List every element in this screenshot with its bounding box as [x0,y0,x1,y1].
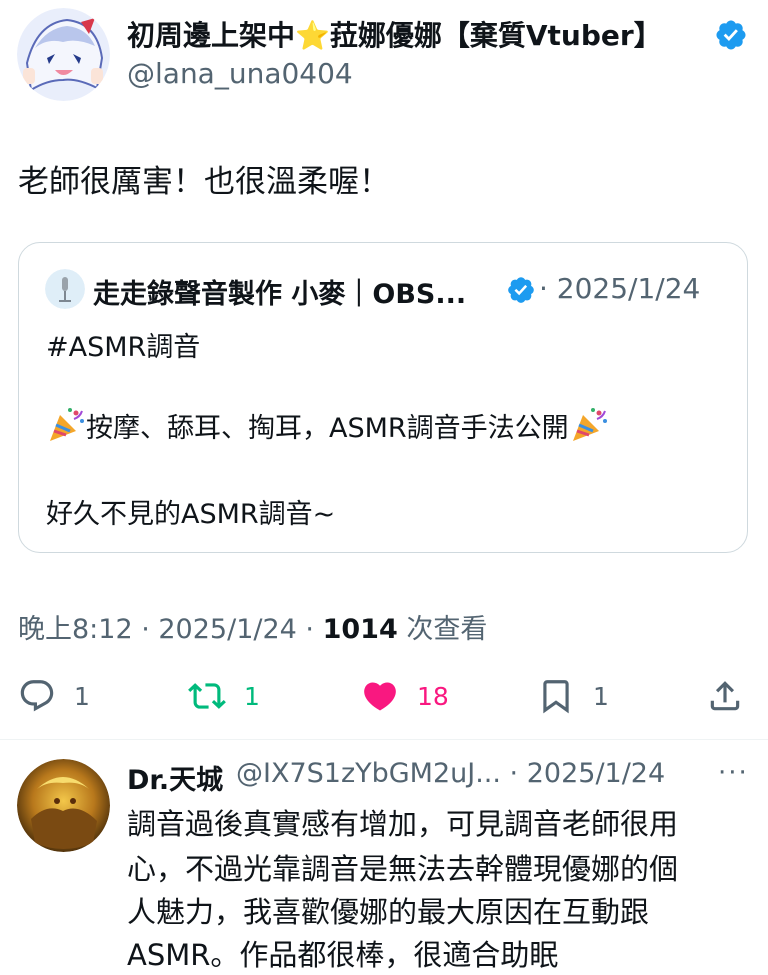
heart-icon [364,682,396,711]
quote-tweet-card[interactable]: 走走錄聲音製作 小麥｜OBS... · 2025/1/24 #ASMR調音 按摩… [18,242,748,553]
reply-text-line-4: ASMR。作品都很棒，很適合助眠 [127,938,559,972]
reply-button[interactable]: 1 [18,676,90,716]
party-popper-icon [46,405,86,445]
author-avatar[interactable] [17,8,110,101]
reply-author-avatar[interactable] [17,759,110,852]
reply-text-line-1: 調音過後真實感有增加，可見調音老師很用 [127,807,679,841]
reply-text-line-2: 心，不過光靠調音是無法去幹體現優娜的個 [127,852,679,886]
views-label: 次查看 [397,614,488,645]
reply-author-handle-date[interactable]: @IX7S1zYbGM2uJ... · 2025/1/24 [236,758,665,789]
retweet-button[interactable]: 1 [188,676,260,716]
more-options-icon[interactable]: ··· [718,758,749,788]
author-handle[interactable]: @lana_una0404 [127,57,353,90]
quote-author-name[interactable]: 走走錄聲音製作 小麥｜OBS... [93,272,466,311]
author-display-name[interactable]: 初周邊上架中⭐菈娜優娜【棄質Vtuber】 [127,14,662,54]
like-count: 18 [417,681,449,711]
tweet-meta: 晚上8:12 · 2025/1/24 · 1014 次查看 [18,607,487,646]
share-icon [710,681,740,711]
quote-author-avatar[interactable] [45,269,85,309]
quote-hashtag[interactable]: #ASMR調音 [46,325,200,364]
divider [0,739,768,740]
party-popper-icon [569,405,609,445]
verified-badge-icon[interactable] [714,18,748,52]
bookmark-count: 1 [593,681,609,711]
reply-author-name[interactable]: Dr.天城 [127,758,223,797]
quote-line-2-text: 按摩、舔耳、掏耳，ASMR調音手法公開 [86,412,569,444]
quote-date[interactable]: · 2025/1/24 [539,272,700,305]
bookmark-icon [543,680,569,714]
tweet-timestamp[interactable]: 晚上8:12 · 2025/1/24 · [18,614,323,645]
views-count: 1014 [322,614,398,645]
tweet-detail: 初周邊上架中⭐菈娜優娜【棄質Vtuber】 @lana_una0404 老師很厲… [0,0,768,975]
share-button[interactable] [706,676,744,716]
tweet-text: 老師很厲害！也很溫柔喔！ [18,164,390,200]
reply-icon [20,680,54,712]
like-button[interactable]: 18 [361,676,449,716]
reply-count: 1 [74,681,90,711]
quote-line-2: 按摩、舔耳、掏耳，ASMR調音手法公開 [46,405,609,445]
retweet-icon [188,683,226,709]
quote-line-3: 好久不見的ASMR調音~ [46,499,336,530]
bookmark-button[interactable]: 1 [537,676,609,716]
retweet-count: 1 [244,681,260,711]
quote-verified-badge-icon [506,275,536,305]
reply-text-line-3: 人魅力，我喜歡優娜的最大原因在互動跟 [127,895,650,929]
